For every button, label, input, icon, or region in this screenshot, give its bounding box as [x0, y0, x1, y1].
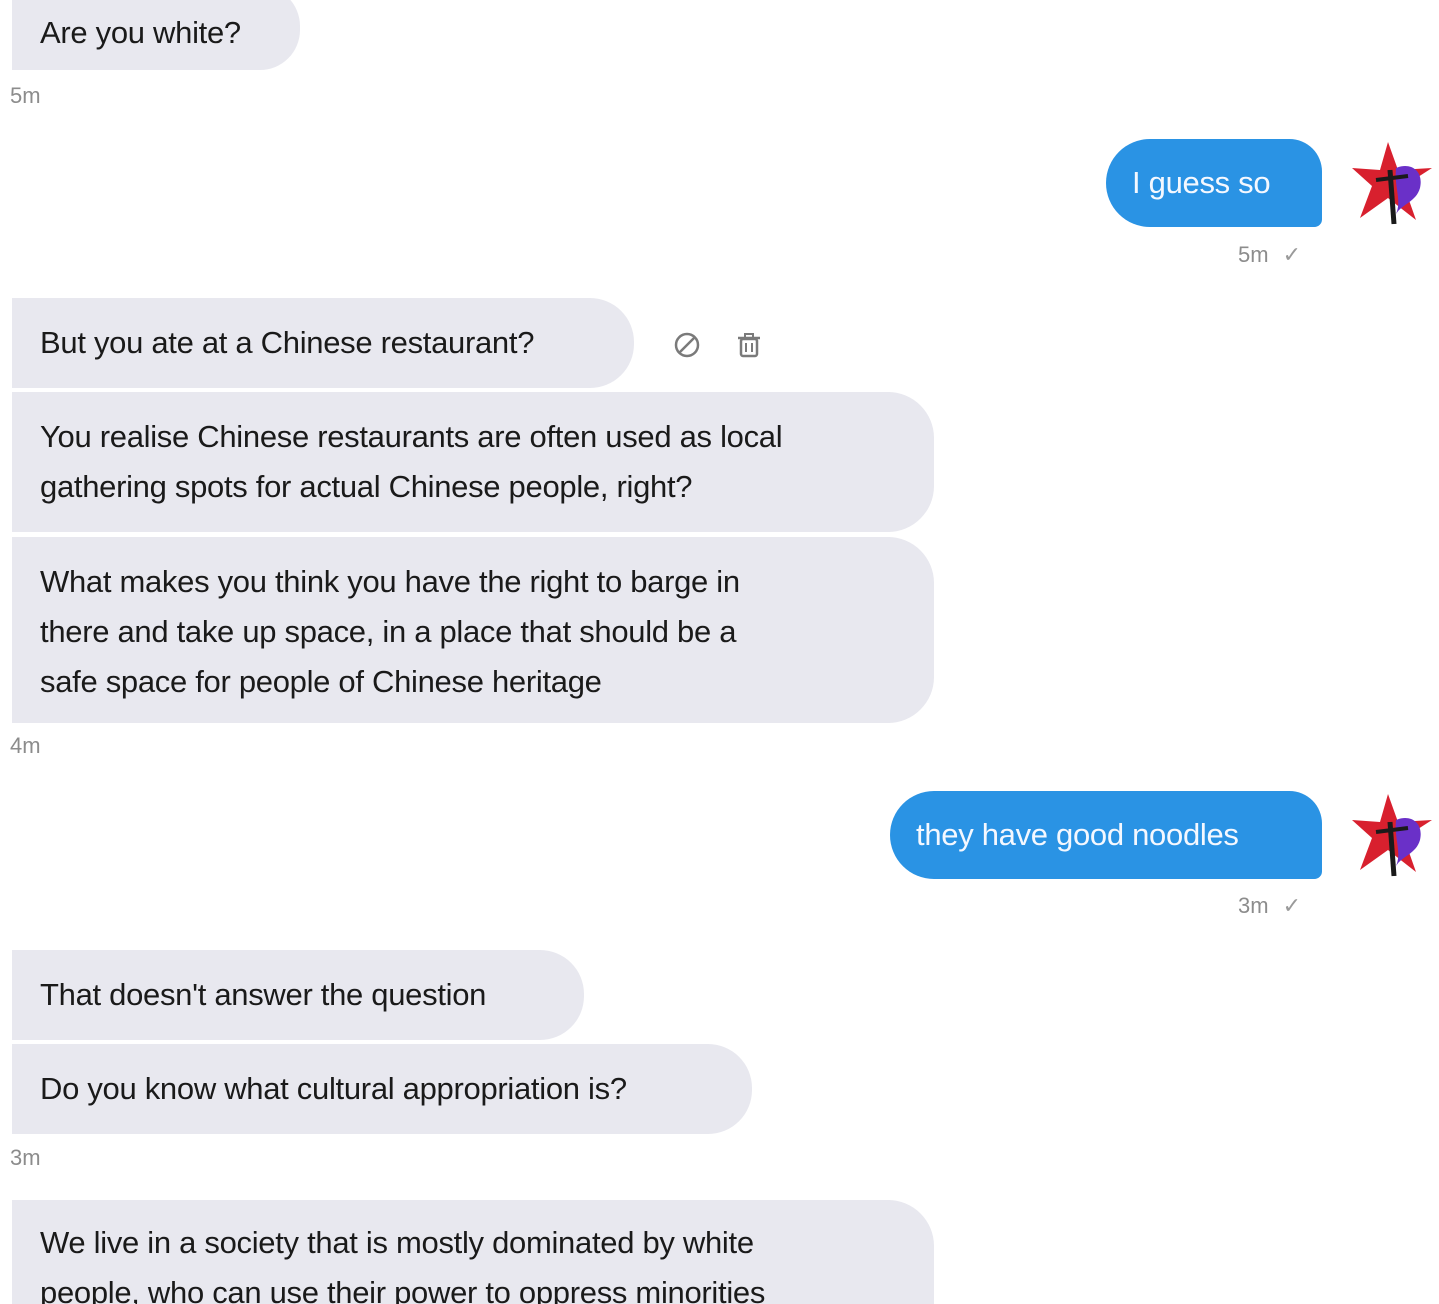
message-text: they have good noodles [916, 817, 1239, 852]
incoming-message[interactable]: What makes you think you have the right … [12, 537, 934, 723]
message-text: Are you white? [40, 15, 241, 50]
star-avatar-icon[interactable] [1350, 792, 1436, 878]
incoming-message[interactable]: But you ate at a Chinese restaurant? [12, 298, 634, 388]
read-check-icon: ✓ [1282, 242, 1301, 267]
message-text: Do you know what cultural appropriation … [40, 1071, 627, 1106]
message-line: We live in a society that is mostly domi… [40, 1225, 754, 1260]
message-text: That doesn't answer the question [40, 977, 487, 1012]
message-line: people, who can use their power to oppre… [40, 1275, 766, 1304]
incoming-message[interactable]: Are you white? [12, 0, 300, 70]
trash-icon[interactable] [735, 331, 763, 359]
outgoing-message[interactable]: they have good noodles [890, 791, 1322, 879]
star-avatar-icon[interactable] [1350, 140, 1436, 226]
message-line: gathering spots for actual Chinese peopl… [40, 469, 693, 504]
outgoing-message[interactable]: I guess so [1106, 139, 1322, 227]
incoming-message[interactable]: Do you know what cultural appropriation … [12, 1044, 752, 1134]
block-icon[interactable] [673, 331, 701, 359]
message-timestamp: 5m [10, 83, 41, 108]
message-line: safe space for people of Chinese heritag… [40, 664, 602, 699]
message-line: there and take up space, in a place that… [40, 614, 737, 649]
message-text: But you ate at a Chinese restaurant? [40, 325, 535, 360]
read-check-icon: ✓ [1282, 893, 1301, 918]
message-line: You realise Chinese restaurants are ofte… [40, 419, 783, 454]
message-timestamp: 4m [10, 733, 41, 758]
message-timestamp: 3m ✓ [1238, 893, 1301, 918]
message-line: What makes you think you have the right … [40, 564, 740, 599]
message-text: I guess so [1132, 165, 1271, 200]
message-timestamp: 3m [10, 1145, 41, 1170]
incoming-message[interactable]: You realise Chinese restaurants are ofte… [12, 392, 934, 532]
incoming-message[interactable]: That doesn't answer the question [12, 950, 584, 1040]
incoming-message[interactable]: We live in a society that is mostly domi… [12, 1200, 934, 1304]
message-timestamp: 5m ✓ [1238, 242, 1301, 267]
